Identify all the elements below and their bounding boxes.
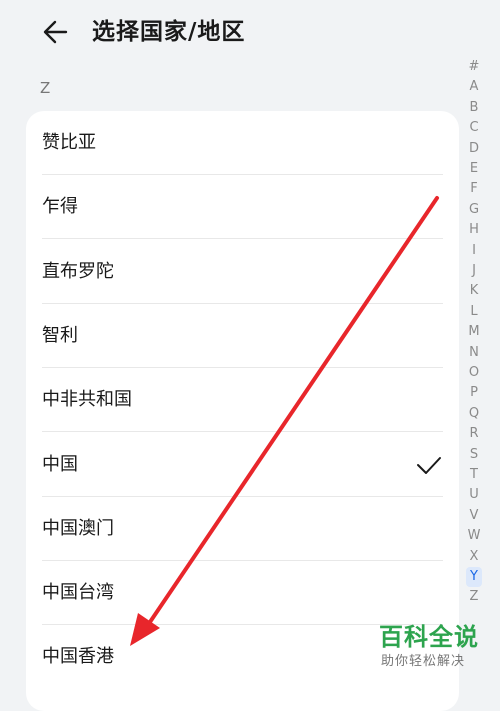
index-letter[interactable]: G [462, 200, 486, 220]
country-name: 中国澳门 [42, 517, 114, 539]
index-letter[interactable]: D [462, 139, 486, 159]
country-name: 中国 [42, 453, 78, 475]
watermark-logo: 百科全说 [379, 623, 479, 651]
back-button[interactable] [38, 14, 74, 50]
index-letter[interactable]: C [462, 118, 486, 138]
country-row[interactable]: 乍得 [26, 175, 459, 240]
index-letter[interactable]: T [462, 465, 486, 485]
country-name: 乍得 [42, 196, 78, 218]
country-name: 赞比亚 [42, 132, 96, 153]
index-letter[interactable]: Y [466, 567, 482, 587]
index-letter[interactable]: Q [462, 404, 486, 424]
country-row[interactable]: 直布罗陀 [26, 240, 459, 304]
section-header-letter: Z [40, 79, 51, 97]
index-letter[interactable]: K [462, 281, 486, 301]
country-row[interactable]: 中国台湾 [26, 561, 459, 626]
index-letter[interactable]: B [462, 98, 486, 118]
index-letter[interactable]: R [462, 424, 486, 444]
country-row[interactable]: 赞比亚 [26, 111, 459, 175]
country-name: 中非共和国 [42, 389, 132, 411]
index-letter[interactable]: I [462, 241, 486, 261]
index-letter[interactable]: L [462, 302, 486, 322]
index-letter[interactable]: S [462, 445, 486, 465]
arrow-left-icon [43, 20, 68, 44]
index-letter[interactable]: Z [462, 587, 486, 607]
watermark: 百科全说 助你轻松解决 [373, 617, 493, 673]
checkmark-icon [417, 456, 441, 474]
index-letter[interactable]: W [462, 526, 486, 546]
country-name: 中国台湾 [42, 582, 114, 604]
index-letter[interactable]: H [462, 220, 486, 240]
country-row[interactable]: 中非共和国 [26, 368, 459, 433]
index-letter[interactable]: P [462, 383, 486, 403]
country-row[interactable]: 中国澳门 [26, 497, 459, 561]
country-row[interactable]: 智利 [26, 304, 459, 368]
index-letter[interactable]: F [462, 179, 486, 199]
index-letter[interactable]: U [462, 485, 486, 505]
header-bar: 选择国家/地区 [0, 0, 500, 64]
index-letter[interactable]: A [462, 77, 486, 97]
index-letter[interactable]: X [462, 547, 486, 567]
index-letter[interactable]: # [462, 57, 486, 77]
country-name: 智利 [42, 324, 78, 346]
watermark-subtitle: 助你轻松解决 [381, 654, 466, 669]
country-row[interactable]: 中国 [26, 433, 459, 497]
country-name: 直布罗陀 [42, 260, 114, 282]
index-letter[interactable]: M [462, 322, 486, 342]
index-letter[interactable]: N [462, 343, 486, 363]
index-letter[interactable]: E [462, 159, 486, 179]
index-letter[interactable]: V [462, 506, 486, 526]
page-title: 选择国家/地区 [92, 19, 246, 45]
index-letter[interactable]: J [462, 261, 486, 281]
index-letter[interactable]: O [462, 363, 486, 383]
